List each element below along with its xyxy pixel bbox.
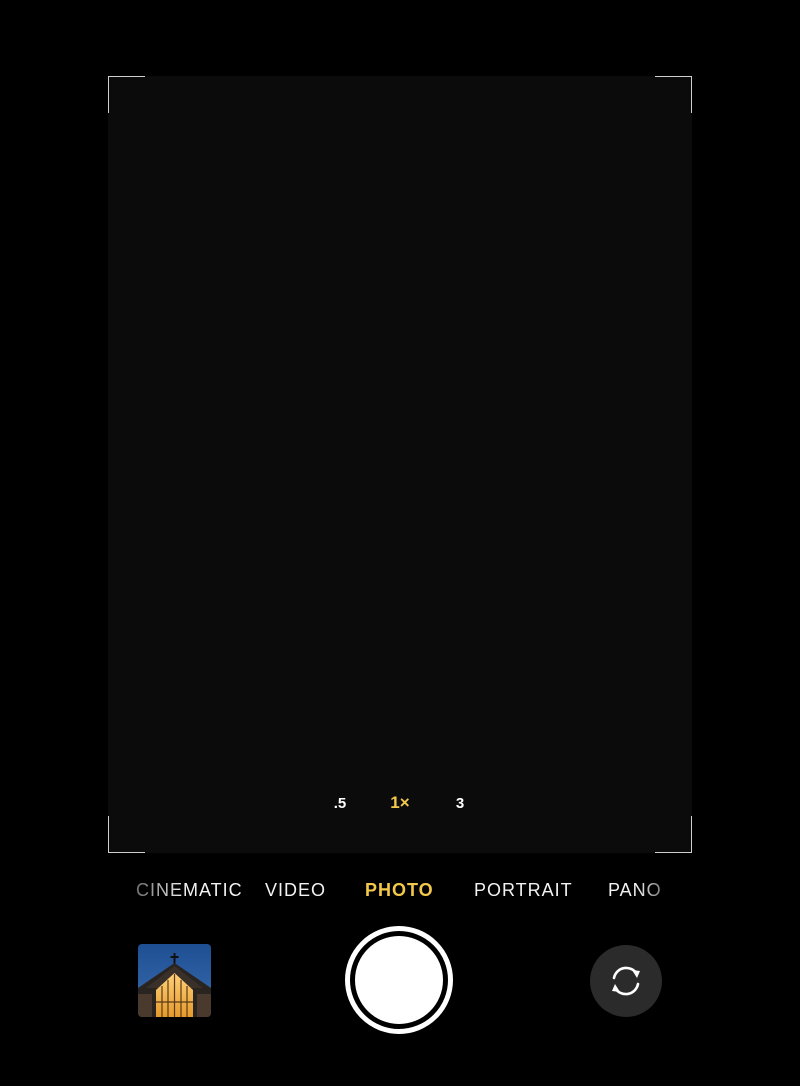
camera-viewfinder[interactable] bbox=[108, 76, 692, 853]
viewfinder-corner-bottom-right bbox=[655, 816, 692, 853]
camera-flip-button[interactable] bbox=[590, 945, 662, 1017]
viewfinder-corner-bottom-left bbox=[108, 816, 145, 853]
mode-photo[interactable]: PHOTO bbox=[365, 872, 434, 908]
mode-video[interactable]: VIDEO bbox=[265, 872, 326, 908]
camera-flip-icon bbox=[612, 966, 640, 996]
zoom-option-wide[interactable]: 1× bbox=[380, 783, 420, 823]
last-photo-thumbnail[interactable] bbox=[138, 944, 211, 1017]
zoom-selector: .5 1× 3 bbox=[310, 783, 490, 823]
shutter-button[interactable] bbox=[345, 926, 453, 1034]
mode-cinematic[interactable]: CINEMATIC bbox=[136, 872, 243, 908]
zoom-option-telephoto[interactable]: 3 bbox=[440, 783, 480, 823]
camera-mode-selector: CINEMATIC VIDEO PHOTO PORTRAIT PANO bbox=[0, 872, 800, 908]
mode-pano[interactable]: PANO bbox=[608, 872, 662, 908]
church-photo-image bbox=[138, 944, 211, 1017]
viewfinder-corner-top-right bbox=[655, 76, 692, 113]
zoom-option-ultrawide[interactable]: .5 bbox=[320, 783, 360, 823]
mode-portrait[interactable]: PORTRAIT bbox=[474, 872, 573, 908]
viewfinder-corner-top-left bbox=[108, 76, 145, 113]
shutter-button-inner bbox=[355, 936, 443, 1024]
